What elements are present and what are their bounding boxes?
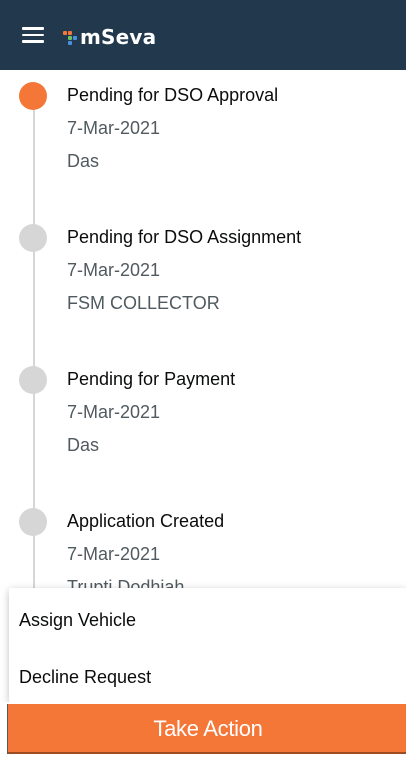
step-date: 7-Mar-2021 (67, 260, 161, 280)
top-app-bar: mSeva (0, 0, 406, 70)
take-action-label: Take Action (153, 716, 263, 741)
step-title: Application Created (67, 511, 225, 531)
step-date: 7-Mar-2021 (67, 118, 161, 138)
step-status-dot (19, 508, 47, 536)
step-title: Pending for Payment (67, 369, 236, 389)
step-title: Pending for DSO Assignment (67, 227, 302, 247)
timeline-step: Pending for DSO Approval 7-Mar-2021 Das (0, 70, 406, 212)
app-logo: mSeva (63, 25, 157, 49)
action-menu: Assign Vehicle Decline Request (9, 588, 406, 702)
step-title: Pending for DSO Approval (67, 85, 279, 105)
assign-vehicle-option[interactable]: Assign Vehicle (9, 588, 406, 645)
app-name: mSeva (80, 25, 157, 49)
take-action-button[interactable]: Take Action (8, 704, 406, 754)
step-date: 7-Mar-2021 (67, 544, 161, 564)
status-timeline: Pending for DSO Approval 7-Mar-2021 Das … (0, 70, 406, 590)
action-item-label: Assign Vehicle (19, 610, 137, 630)
hamburger-icon[interactable] (22, 27, 44, 43)
timeline-step: Application Created 7-Mar-2021 Trupti Do… (0, 496, 406, 590)
step-user: Das (67, 151, 100, 171)
step-user: FSM COLLECTOR (67, 293, 220, 313)
decline-request-option[interactable]: Decline Request (9, 645, 406, 702)
step-status-dot (19, 82, 47, 110)
timeline-step: Pending for Payment 7-Mar-2021 Das (0, 354, 406, 496)
step-user: Das (67, 435, 100, 455)
action-item-label: Decline Request (19, 667, 152, 687)
step-status-dot (19, 366, 47, 394)
timeline-step: Pending for DSO Assignment 7-Mar-2021 FS… (0, 212, 406, 354)
action-footer: Take Action (0, 702, 406, 760)
step-date: 7-Mar-2021 (67, 402, 161, 422)
mseva-logo-icon (63, 30, 77, 45)
step-status-dot (19, 224, 47, 252)
